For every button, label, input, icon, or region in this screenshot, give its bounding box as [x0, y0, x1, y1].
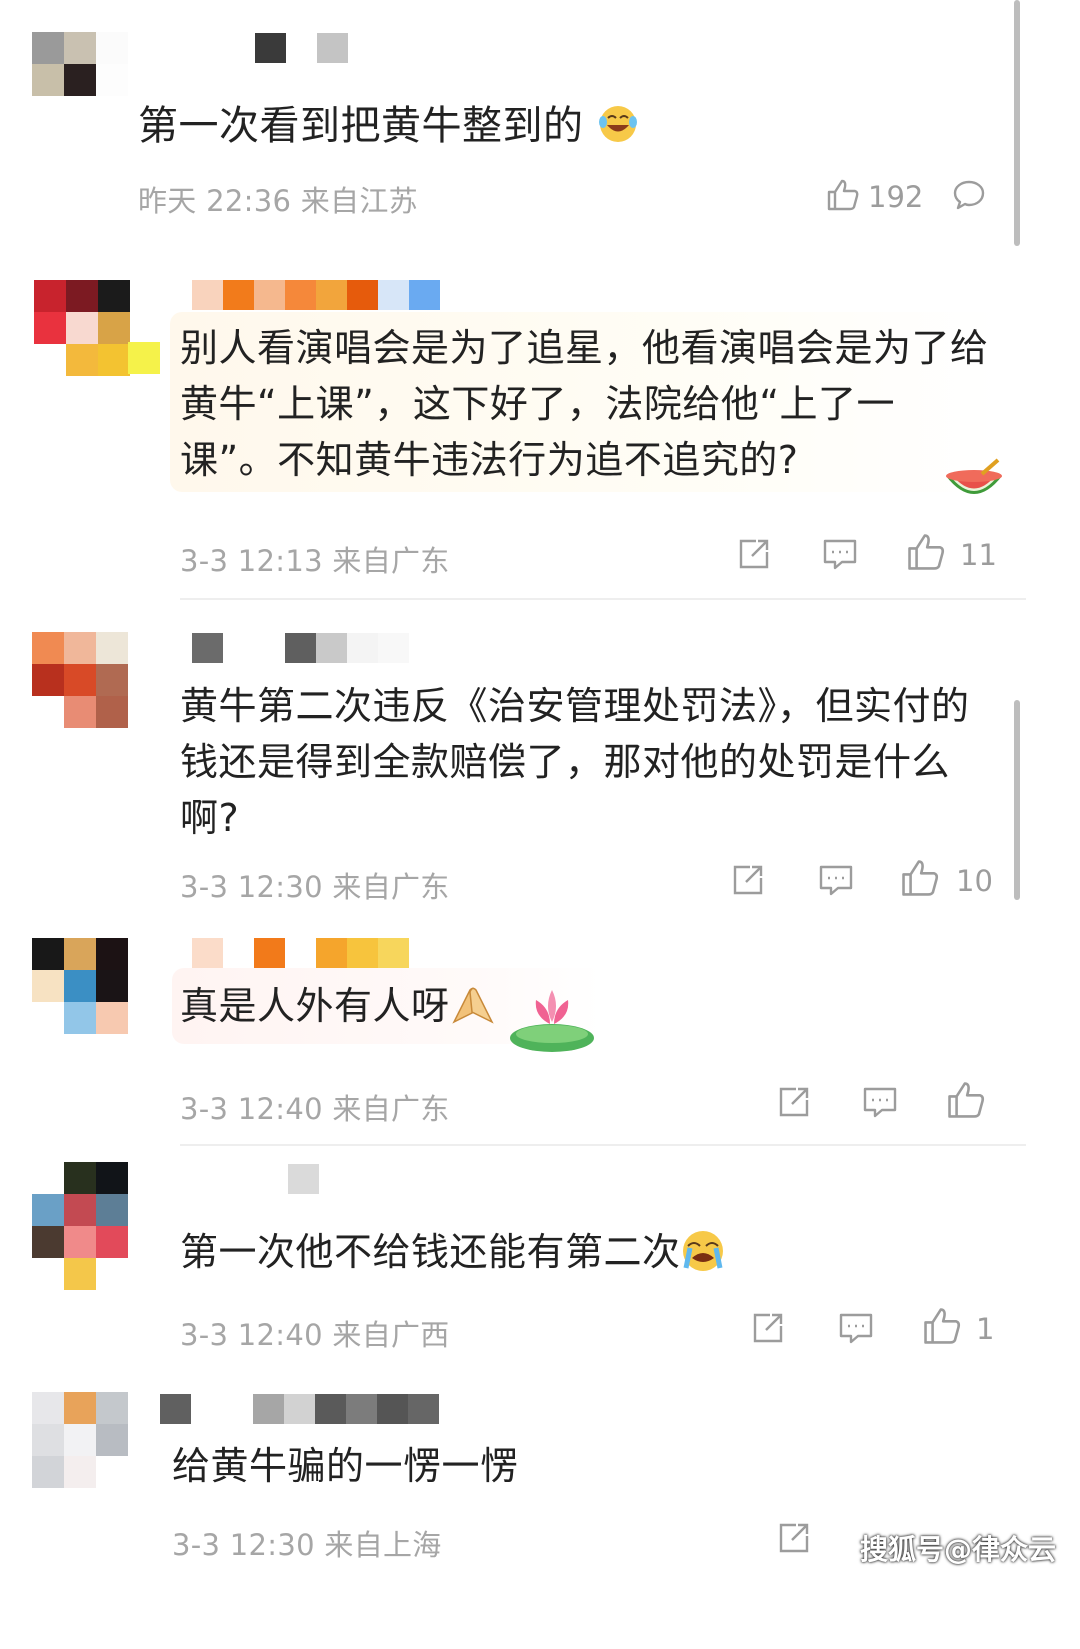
pray-hands-emoji [452, 987, 494, 1024]
lotus-emoji [510, 990, 594, 1052]
share-icon [739, 539, 769, 569]
like-button[interactable] [906, 532, 946, 572]
share-button[interactable] [730, 862, 766, 898]
scrollbar[interactable] [1014, 0, 1020, 246]
avatar[interactable] [32, 632, 128, 728]
like-button[interactable] [826, 178, 860, 212]
comment-time: 3-3 12:30 [180, 870, 323, 904]
comment-text: 给黄牛骗的一愣一愣 [172, 1444, 519, 1488]
username-mosaic[interactable] [288, 1164, 319, 1194]
sob-emoji [683, 1231, 723, 1271]
comment-meta: 3-3 12:30 来自上海 [172, 1522, 442, 1564]
share-icon [733, 865, 763, 895]
comment-text-line: 黄牛“上课”，这下好了，法院给他“上了一 [180, 382, 896, 426]
comment-meta: 3-3 12:40 来自广东 [180, 1086, 450, 1128]
like-count: 11 [960, 538, 997, 572]
comment-button[interactable] [952, 178, 986, 212]
reply-button[interactable] [838, 1310, 874, 1346]
share-button[interactable] [750, 1310, 786, 1346]
username-mosaic[interactable] [192, 633, 409, 663]
divider [180, 1144, 1026, 1146]
share-icon [753, 1313, 783, 1343]
reply-button[interactable] [862, 1084, 898, 1120]
comment-meta: 3-3 12:13 来自广东 [180, 538, 450, 580]
laugh-cry-emoji [599, 106, 637, 142]
like-button[interactable] [900, 858, 940, 898]
comment-time: 3-3 12:30 [172, 1528, 315, 1562]
thumb-up-icon [948, 1082, 985, 1118]
comment-meta: 昨天 22:36 来自江苏 [138, 178, 418, 220]
avatar[interactable] [32, 1392, 128, 1488]
like-count: 1 [976, 1312, 995, 1346]
watermelon-emoji [946, 458, 1002, 494]
share-button[interactable] [776, 1084, 812, 1120]
share-button[interactable] [776, 1520, 812, 1556]
thumb-up-icon [902, 860, 939, 896]
comment-text-line: 啊? [180, 796, 240, 840]
reply-icon [863, 1087, 897, 1118]
like-button[interactable] [922, 1306, 962, 1346]
reply-button[interactable] [822, 536, 858, 572]
comment-location: 来自广东 [332, 1092, 450, 1126]
comment-time: 昨天 22:36 [138, 184, 292, 218]
like-count: 192 [868, 180, 924, 214]
reply-icon [839, 1313, 873, 1344]
thumb-up-icon [908, 534, 945, 570]
comment-bubble-icon [953, 180, 985, 210]
username-mosaic[interactable] [192, 938, 409, 968]
avatar[interactable] [32, 938, 128, 1034]
comment-location: 来自上海 [324, 1528, 442, 1562]
divider [180, 598, 1026, 600]
comment-meta: 3-3 12:30 来自广东 [180, 864, 450, 906]
username-mosaic[interactable] [255, 33, 348, 63]
avatar[interactable] [32, 32, 128, 128]
comment-text: 真是人外有人呀 [180, 984, 450, 1028]
scrollbar[interactable] [1014, 700, 1020, 900]
like-count: 10 [956, 864, 993, 898]
comment-meta: 3-3 12:40 来自广西 [180, 1312, 450, 1354]
comment-location: 来自广东 [332, 870, 450, 904]
comment-time: 3-3 12:40 [180, 1092, 323, 1126]
username-mosaic[interactable] [192, 280, 440, 310]
avatar[interactable] [32, 1162, 128, 1290]
comment-location: 来自江苏 [300, 184, 418, 218]
reply-icon [819, 865, 853, 896]
comment-text-line: 钱还是得到全款赔偿了，那对他的处罚是什么 [180, 740, 951, 784]
comment-text: 第一次他不给钱还能有第二次 [180, 1230, 681, 1274]
reply-button[interactable] [818, 862, 854, 898]
watermark: 搜狐号@律众云 [860, 1533, 1057, 1566]
avatar-badge [128, 342, 160, 374]
like-button[interactable] [946, 1080, 986, 1120]
comment-location: 来自广东 [332, 544, 450, 578]
share-icon [779, 1523, 809, 1553]
comment-text-line: 课”。不知黄牛违法行为追不追究的? [180, 438, 799, 482]
comment-time: 3-3 12:40 [180, 1318, 323, 1352]
comment-text: 第一次看到把黄牛整到的 [138, 103, 584, 149]
share-button[interactable] [736, 536, 772, 572]
comment-time: 3-3 12:13 [180, 544, 323, 578]
thumb-up-icon [827, 179, 859, 211]
username-mosaic[interactable] [160, 1394, 439, 1424]
comment-text-line: 黄牛第二次违反《治安管理处罚法》，但实付的 [180, 684, 970, 728]
share-icon [779, 1087, 809, 1117]
comment-location: 来自广西 [332, 1318, 450, 1352]
comment-text-line: 别人看演唱会是为了追星，他看演唱会是为了给 [180, 326, 989, 370]
thumb-up-icon [924, 1308, 961, 1344]
reply-icon [823, 539, 857, 570]
